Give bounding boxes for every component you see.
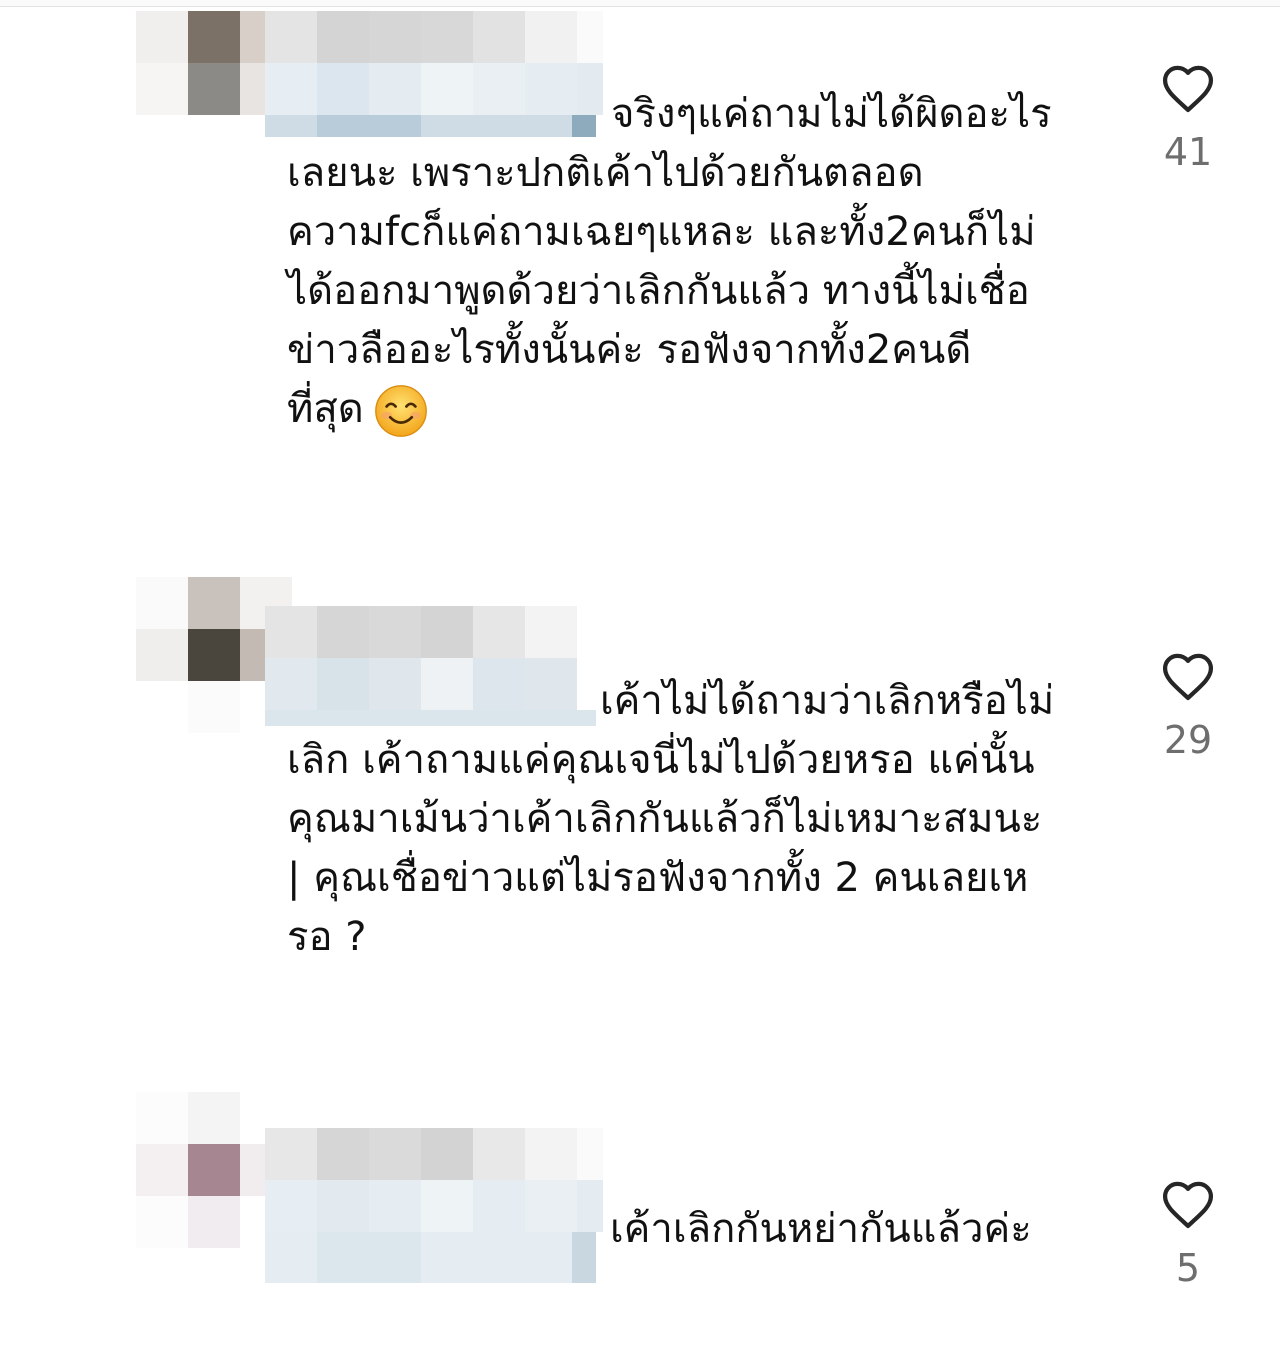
heart-outline-icon[interactable]	[1159, 1178, 1217, 1230]
comment-line: เค้าไม่ได้ถามว่าเลิกหรือไม่	[600, 678, 1055, 724]
like-count: 41	[1163, 130, 1213, 174]
top-divider	[0, 0, 1280, 7]
comment-text: เค้าไม่ได้ถามว่าเลิกหรือไม่ เลิก เค้าถาม…	[287, 672, 1102, 967]
comment-line: เค้าเลิกกันหย่ากันแล้วค่ะ	[610, 1206, 1032, 1252]
comment-text: จริงๆแค่ถามไม่ได้ผิดอะไร เลยนะ เพราะปกติ…	[287, 85, 1102, 439]
comment-line: ความfcก็แค่ถามเฉยๆแหละ และทั้ง2คนก็ไม่	[287, 209, 1036, 255]
comment-line: | คุณเชื่อข่าวแต่ไม่รอฟังจากทั้ง 2 คนเลย…	[287, 855, 1029, 901]
comment-line: เลิก เค้าถามแค่คุณเจนี่ไม่ไปด้วยหรอ แค่น…	[287, 737, 1035, 783]
comment-text: เค้าเลิกกันหย่ากันแล้วค่ะ	[287, 1200, 1102, 1259]
comment-line: เลยนะ เพราะปกติเค้าไปด้วยกันตลอด	[287, 150, 924, 196]
like-count: 5	[1175, 1246, 1201, 1290]
comment-line: ที่สุด	[287, 380, 1102, 439]
comment-line: คุณมาเม้นว่าเค้าเลิกกันแล้วก็ไม่เหมาะสมน…	[287, 796, 1043, 842]
comment-line-text: ที่สุด	[287, 386, 364, 432]
like-control: 41	[1158, 62, 1218, 174]
like-control: 29	[1158, 650, 1218, 762]
heart-outline-icon[interactable]	[1159, 62, 1217, 114]
comment-line: ได้ออกมาพูดด้วยว่าเลิกกันแล้ว ทางนี้ไม่เ…	[287, 268, 1030, 314]
comment-line: รอ ?	[287, 914, 367, 960]
like-control: 5	[1158, 1178, 1218, 1290]
like-count: 29	[1163, 718, 1213, 762]
comment-line: ข่าวลืออะไรทั้งนั้นค่ะ รอฟังจากทั้ง2คนดี	[287, 327, 972, 373]
smiling-face-emoji	[374, 385, 427, 437]
heart-outline-icon[interactable]	[1159, 650, 1217, 702]
comment-line: จริงๆแค่ถามไม่ได้ผิดอะไร	[611, 91, 1052, 137]
